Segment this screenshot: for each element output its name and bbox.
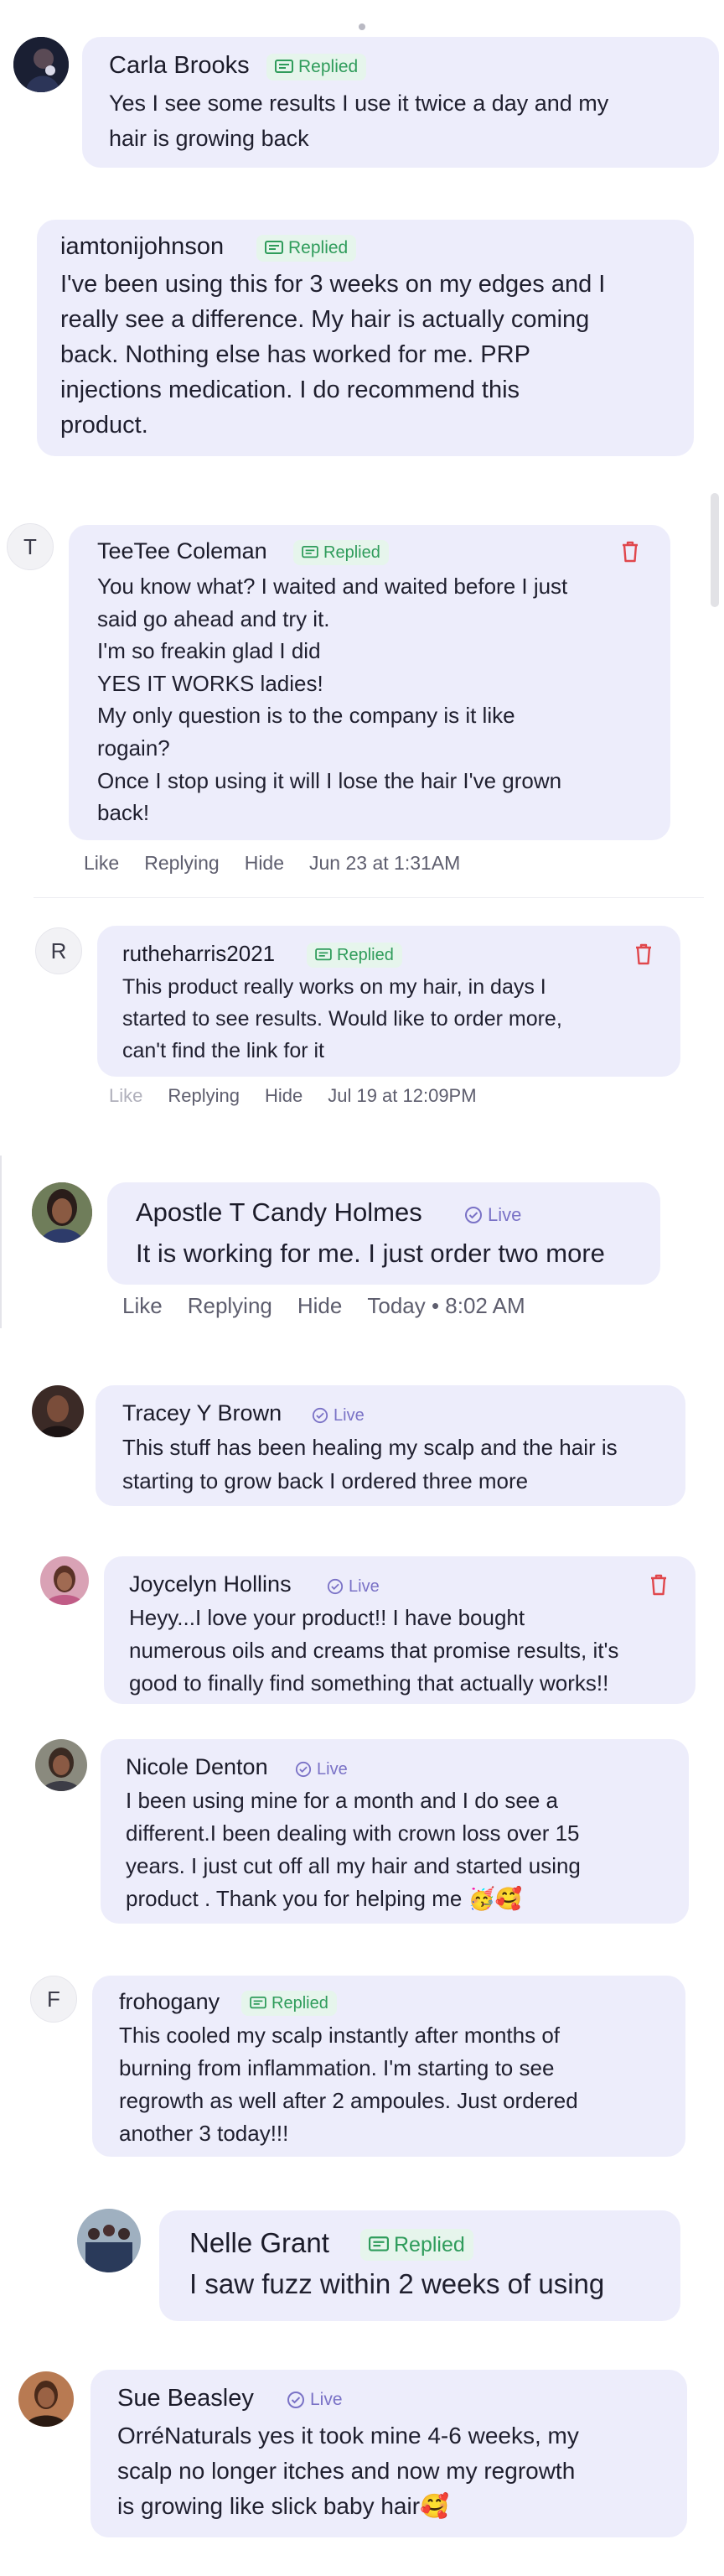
like-button[interactable]: Like (84, 852, 119, 875)
status-badge: Replied (293, 540, 389, 565)
timestamp: Today • 8:02 AM (367, 1293, 525, 1318)
reply-icon (265, 241, 283, 254)
status-badge: Replied (307, 943, 402, 968)
like-button[interactable]: Like (109, 1085, 142, 1107)
reply-icon (302, 546, 318, 558)
reply-icon (275, 60, 293, 73)
user-photo-icon (32, 1385, 84, 1437)
comment-text: This product really works on my hair, in… (122, 975, 562, 1062)
hide-button[interactable]: Hide (245, 852, 284, 875)
commenter-name[interactable]: Nicole Denton (126, 1754, 268, 1780)
status-badge: Replied (256, 235, 357, 262)
commenter-name[interactable]: iamtonijohnson (60, 233, 224, 261)
commenter-name[interactable]: rutheharris2021 (122, 941, 275, 967)
comment-text: I been using mine for a month and I do s… (126, 1788, 581, 1911)
check-circle-icon (287, 2392, 304, 2408)
comment-text: Heyy...I love your product!! I have boug… (129, 1605, 619, 1696)
status-badge: Live (327, 1575, 380, 1598)
check-circle-icon (312, 1407, 328, 1424)
scroll-indicator-dot (359, 23, 365, 30)
timestamp: Jun 23 at 1:31AM (309, 852, 461, 874)
user-photo-icon (35, 1739, 87, 1791)
status-badge: Live (464, 1202, 521, 1228)
user-photo-icon (32, 1182, 92, 1243)
delete-icon[interactable] (620, 540, 640, 568)
commenter-name[interactable]: Tracey Y Brown (122, 1400, 282, 1426)
comment-text: I've been using this for 3 weeks on my e… (60, 271, 606, 439)
reply-icon (369, 2236, 389, 2251)
thread-line (0, 1156, 2, 1328)
divider (34, 897, 704, 898)
avatar[interactable] (13, 37, 69, 92)
commenter-name[interactable]: TeeTee Coleman (97, 538, 267, 564)
reply-button[interactable]: Replying (168, 1085, 240, 1107)
commenter-name[interactable]: Sue Beasley (117, 2385, 254, 2412)
reply-button[interactable]: Replying (188, 1293, 272, 1319)
avatar[interactable] (35, 1739, 87, 1791)
commenter-name[interactable]: Nelle Grant (189, 2227, 329, 2259)
status-badge: Live (295, 1758, 348, 1781)
comment-actions: Like Replying Hide Jul 19 at 12:09PM (109, 1085, 502, 1107)
status-badge: Live (287, 2388, 343, 2412)
avatar[interactable]: R (35, 927, 82, 974)
comment-text: It is working for me. I just order two m… (136, 1239, 605, 1268)
user-photo-icon (18, 2371, 74, 2427)
comment-actions: Like Replying Hide Jun 23 at 1:31AM (84, 852, 485, 875)
comment-text: I saw fuzz within 2 weeks of using (189, 2268, 605, 2299)
avatar[interactable] (77, 2209, 141, 2272)
hide-button[interactable]: Hide (297, 1293, 342, 1319)
commenter-name[interactable]: Joycelyn Hollins (129, 1571, 292, 1597)
status-badge: Replied (360, 2229, 473, 2261)
user-photo-icon (40, 1556, 89, 1605)
avatar[interactable] (40, 1556, 89, 1605)
comment-text: This stuff has been healing my scalp and… (122, 1435, 618, 1493)
avatar[interactable]: T (7, 523, 54, 570)
timestamp: Jul 19 at 12:09PM (328, 1085, 477, 1106)
check-circle-icon (465, 1207, 482, 1223)
delete-icon[interactable] (649, 1573, 669, 1601)
commenter-name[interactable]: Carla Brooks (109, 52, 250, 80)
avatar[interactable] (18, 2371, 74, 2427)
status-badge: Replied (266, 54, 367, 80)
comment-actions: Like Replying Hide Today • 8:02 AM (122, 1293, 551, 1319)
status-badge: Live (312, 1404, 365, 1427)
reply-icon (250, 1997, 266, 2009)
comment-text: Yes I see some results I use it twice a … (109, 91, 609, 151)
scrollbar-thumb[interactable] (711, 493, 719, 607)
delete-icon[interactable] (634, 943, 654, 970)
avatar[interactable]: F (30, 1976, 77, 2023)
comment-text: OrréNaturals yes it took mine 4-6 weeks,… (117, 2423, 579, 2519)
status-badge: Replied (241, 1991, 337, 2016)
commenter-name[interactable]: Apostle T Candy Holmes (136, 1197, 422, 1228)
reply-icon (315, 948, 332, 961)
reply-button[interactable]: Replying (144, 852, 220, 875)
user-photo-icon (13, 37, 69, 92)
user-photo-icon (77, 2209, 141, 2272)
comment-text: This cooled my scalp instantly after mon… (119, 2023, 578, 2146)
check-circle-icon (327, 1578, 344, 1595)
commenter-name[interactable]: frohogany (119, 1989, 220, 2015)
check-circle-icon (295, 1761, 312, 1778)
comment-text: You know what? I waited and waited befor… (97, 574, 568, 826)
like-button[interactable]: Like (122, 1293, 163, 1319)
hide-button[interactable]: Hide (265, 1085, 303, 1107)
avatar[interactable] (32, 1385, 84, 1437)
avatar[interactable] (32, 1182, 92, 1243)
